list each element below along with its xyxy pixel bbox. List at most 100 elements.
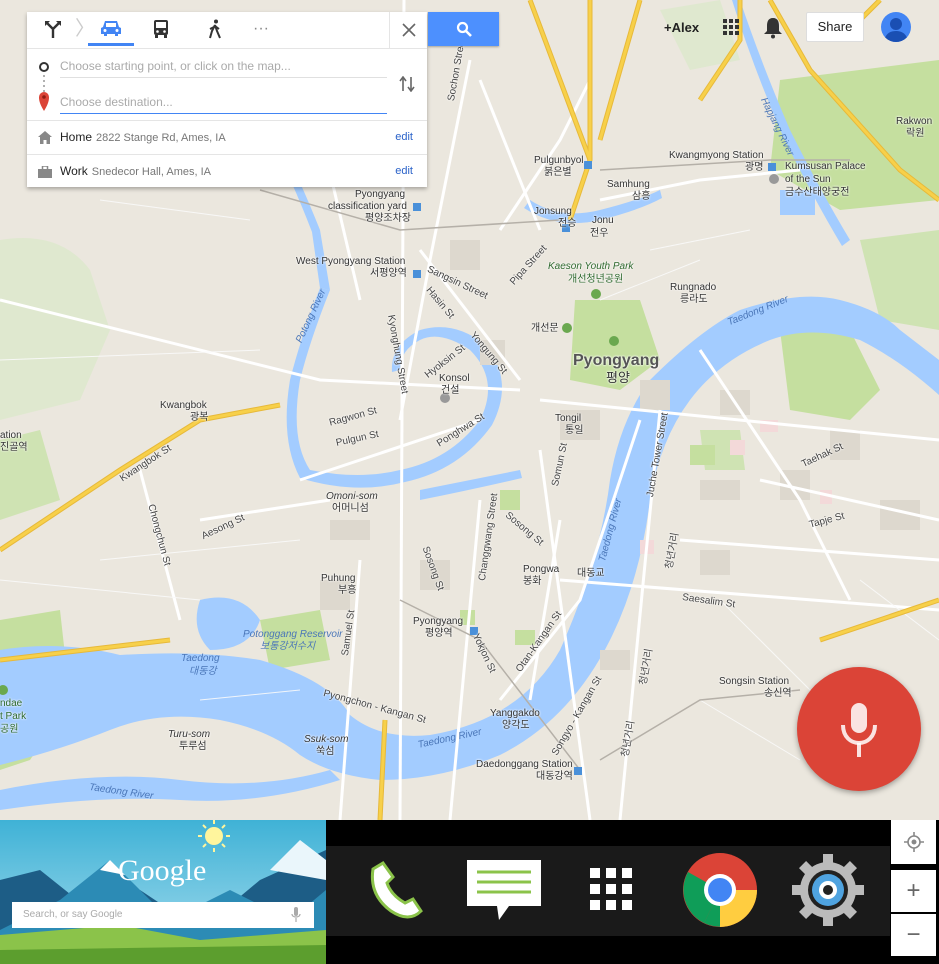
saved-place-home[interactable]: Home 2822 Stange Rd, Ames, IA edit [27,120,427,154]
map-label: 투루섬 [179,741,207,752]
map-label: 평양 [606,370,630,385]
map-label: Ssuk-som [304,734,349,745]
directions-mode-button[interactable] [33,12,73,46]
messaging-icon [467,860,541,920]
map-label: Rakwon [896,116,933,127]
map-label: Rungnado [670,282,717,293]
car-icon [101,20,121,36]
map-label: Pongwa [523,564,560,575]
bell-icon [764,18,782,39]
map-label: 통일 [565,425,584,436]
map-label: Jonu [592,215,614,226]
map-label: 부흥 [338,585,357,596]
map-label: 대동교 [577,568,605,579]
home-icon [38,131,52,144]
map-label: 락원 [906,128,925,139]
walk-mode-button[interactable] [195,12,235,46]
settings-icon [792,854,864,926]
map-label: ndae [0,698,23,709]
bus-icon [154,20,168,38]
messaging-app[interactable] [464,850,544,930]
voice-search-button[interactable] [797,667,921,791]
map-label: Samhung [607,179,650,190]
map-label: 진골역 [0,442,28,453]
map-label: 광복 [190,412,209,423]
map-label: 어머니섬 [332,503,369,514]
map-label: t Park [0,711,27,722]
map-label: Kaeson Youth Park [548,261,634,272]
google-search-input[interactable]: Search, or say Google [12,902,314,928]
map-label: Omoni-som [326,491,378,502]
close-icon [401,23,416,37]
saved-place-address: 2822 Stange Rd, Ames, IA [96,132,226,144]
app-dock [326,820,890,964]
map-label: 금수산태양궁전 [785,187,850,198]
map-label: 광명 [745,162,764,173]
map-label: Songsin Station [719,676,790,687]
phone-app[interactable] [356,850,436,930]
drive-mode-button[interactable] [88,12,134,46]
phone-icon [370,861,423,919]
map-label: 공원 [0,724,19,735]
map-label: 개선문 [531,323,559,334]
chrome-app[interactable] [680,850,760,930]
map-label: Jonsung [534,206,572,217]
avatar[interactable] [881,12,911,42]
briefcase-icon [38,166,52,178]
edit-work-link[interactable]: edit [395,155,413,188]
map-label: Kwangmyong Station [669,150,764,161]
directions-icon [45,21,61,38]
app-drawer[interactable] [572,850,652,930]
destination-input[interactable]: Choose destination... [60,91,387,114]
map-label: 대동강 [189,666,217,677]
search-button[interactable] [428,12,499,46]
map-label: Pyongyang [573,352,660,369]
saved-place-address: Snedecor Hall, Ames, IA [91,166,212,178]
my-location-button[interactable] [891,820,936,864]
notifications-button[interactable] [763,17,783,39]
microphone-icon[interactable] [291,907,301,923]
apps-grid-button[interactable] [722,18,740,36]
account-icon [884,18,908,42]
apps-grid-icon [723,19,739,35]
close-button[interactable] [389,12,427,48]
location-target-icon [903,832,924,852]
swap-icon [399,76,415,92]
map-label: 대동강역 [536,771,573,782]
user-profile-link[interactable]: +Alex [664,20,699,35]
map-label: 삼흥 [632,191,651,202]
travel-mode-bar: 〉 ··· [27,12,427,49]
walk-icon [209,19,221,39]
map-label: 전승 [558,218,577,229]
map-label: Pyongyang [413,616,464,627]
map-label: Tongil [555,413,582,424]
map-label: 봉화 [523,576,542,587]
swap-route-button[interactable] [395,74,419,94]
settings-app[interactable] [788,850,868,930]
map-label: Yanggakdo [490,708,540,719]
map-label: 릉라도 [680,294,708,305]
zoom-in-button[interactable]: + [891,870,936,912]
more-modes-button[interactable]: ··· [241,12,281,46]
map-label: 건설 [441,385,460,396]
map-label: 서평양역 [370,268,407,279]
transit-mode-button[interactable] [141,12,181,46]
app-drawer-icon [590,868,632,910]
zoom-out-button[interactable]: − [891,914,936,956]
map-label: Turu-som [168,729,211,740]
map-label: 평양조차장 [365,213,411,224]
share-button[interactable]: Share [806,12,864,42]
google-search-widget[interactable]: Google Search, or say Google [0,820,326,964]
start-point-input[interactable]: Choose starting point, or click on the m… [60,55,387,78]
widget-background [0,820,326,964]
route-markers-icon [39,62,49,111]
map-label: Daedonggang Station [476,759,573,770]
saved-place-work[interactable]: Work Snedecor Hall, Ames, IA edit [27,154,427,188]
map-label: 전우 [590,228,609,239]
map-label: Taedong [181,653,220,664]
map-label: classification yard [328,201,407,212]
saved-place-label: Home 2822 Stange Rd, Ames, IA [60,130,226,144]
search-icon [456,21,472,37]
map-label: Pyongyang [355,189,406,200]
edit-home-link[interactable]: edit [395,121,413,154]
